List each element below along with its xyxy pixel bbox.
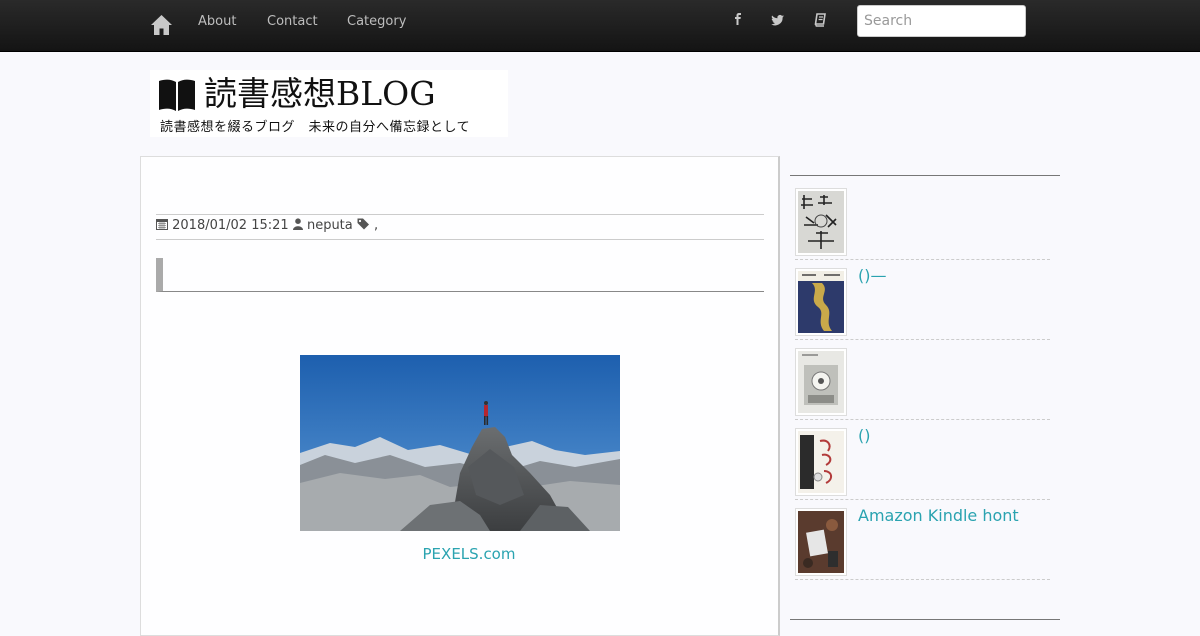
search-input[interactable] (857, 5, 1026, 37)
post-date: 2018/01/02 15:21 (156, 215, 289, 237)
sidebar-divider-bottom (790, 619, 1060, 620)
sidebar-book-item[interactable] (795, 340, 1050, 420)
calendar-icon (156, 219, 168, 230)
nav-link-contact[interactable]: Contact (267, 14, 318, 29)
post-author[interactable]: neputa (292, 215, 353, 237)
tag-icon (357, 218, 369, 230)
sidebar-book-item[interactable]: ()— (795, 260, 1050, 340)
sidebar-book-item[interactable]: Amazon Kindle hont (795, 500, 1050, 580)
home-icon[interactable] (150, 14, 173, 36)
top-navbar: About Contact Category (0, 0, 1200, 52)
book-cover-thumbnail[interactable] (795, 188, 847, 256)
post-meta: 2018/01/02 15:21 neputa , (156, 214, 764, 240)
image-caption-link[interactable]: PEXELS.com (141, 545, 797, 563)
article-panel: 2018/01/02 15:21 neputa , PEXELS.com (140, 156, 780, 636)
post-date-text: 2018/01/02 15:21 (172, 218, 289, 233)
post-tags[interactable]: , (357, 215, 378, 237)
post-author-text: neputa (306, 218, 353, 233)
logo-tagline: 読書感想を綴るブログ 未来の自分へ備忘録として (160, 120, 471, 135)
sidebar-book-title[interactable]: Amazon Kindle hont (858, 506, 1019, 525)
mountain-photo (300, 355, 620, 531)
sidebar-divider-top (790, 175, 1060, 176)
post-heading (156, 258, 764, 292)
open-book-icon (159, 79, 195, 111)
book-icon[interactable] (813, 12, 829, 28)
sidebar-book-item[interactable] (795, 180, 1050, 260)
book-cover-thumbnail[interactable] (795, 428, 847, 496)
sidebar-book-item[interactable]: () (795, 420, 1050, 500)
user-icon (292, 218, 303, 230)
post-tags-separator: , (374, 218, 379, 233)
logo-title: 読書感想BLOG (204, 74, 436, 113)
book-cover-thumbnail[interactable] (795, 348, 847, 416)
nav-link-category[interactable]: Category (347, 14, 406, 29)
twitter-icon[interactable] (770, 12, 786, 28)
site-logo[interactable]: 読書感想BLOG 読書感想を綴るブログ 未来の自分へ備忘録として (150, 70, 508, 137)
sidebar-book-title[interactable]: ()— (858, 266, 886, 285)
facebook-icon[interactable] (730, 12, 746, 28)
book-cover-thumbnail[interactable] (795, 508, 847, 576)
nav-link-about[interactable]: About (198, 14, 236, 29)
sidebar-book-title[interactable]: () (858, 426, 870, 445)
book-cover-thumbnail[interactable] (795, 268, 847, 336)
